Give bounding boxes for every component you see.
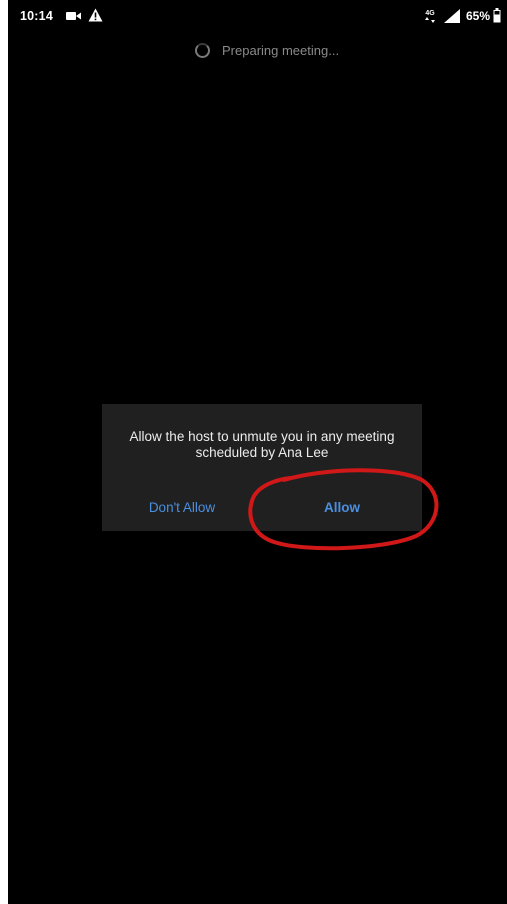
battery-icon bbox=[493, 8, 501, 23]
4g-icon: 4G bbox=[425, 10, 435, 23]
dialog-message: Allow the host to unmute you in any meet… bbox=[102, 429, 422, 461]
allow-button[interactable]: Allow bbox=[262, 488, 422, 528]
loading-spinner-icon bbox=[195, 42, 210, 58]
status-time: 10:14 bbox=[20, 9, 53, 23]
dialog-message-line-1: Allow the host to unmute you in any meet… bbox=[129, 429, 395, 444]
svg-text:4G: 4G bbox=[425, 10, 435, 17]
signal-icon bbox=[444, 9, 460, 23]
battery-percent: 65% bbox=[466, 9, 491, 23]
meeting-screen: 10:14 4G 65% Preparing meeting... Allow … bbox=[8, 0, 507, 904]
status-bar: 10:14 4G 65% bbox=[8, 0, 507, 34]
unmute-permission-dialog: Allow the host to unmute you in any meet… bbox=[102, 404, 422, 531]
alert-icon bbox=[88, 8, 103, 22]
preparing-status-text: Preparing meeting... bbox=[222, 42, 340, 58]
dialog-message-line-2: scheduled by Ana Lee bbox=[195, 445, 329, 460]
video-icon bbox=[66, 12, 81, 20]
preparing-indicator: Preparing meeting... bbox=[195, 40, 339, 60]
dont-allow-button[interactable]: Don't Allow bbox=[102, 488, 262, 528]
